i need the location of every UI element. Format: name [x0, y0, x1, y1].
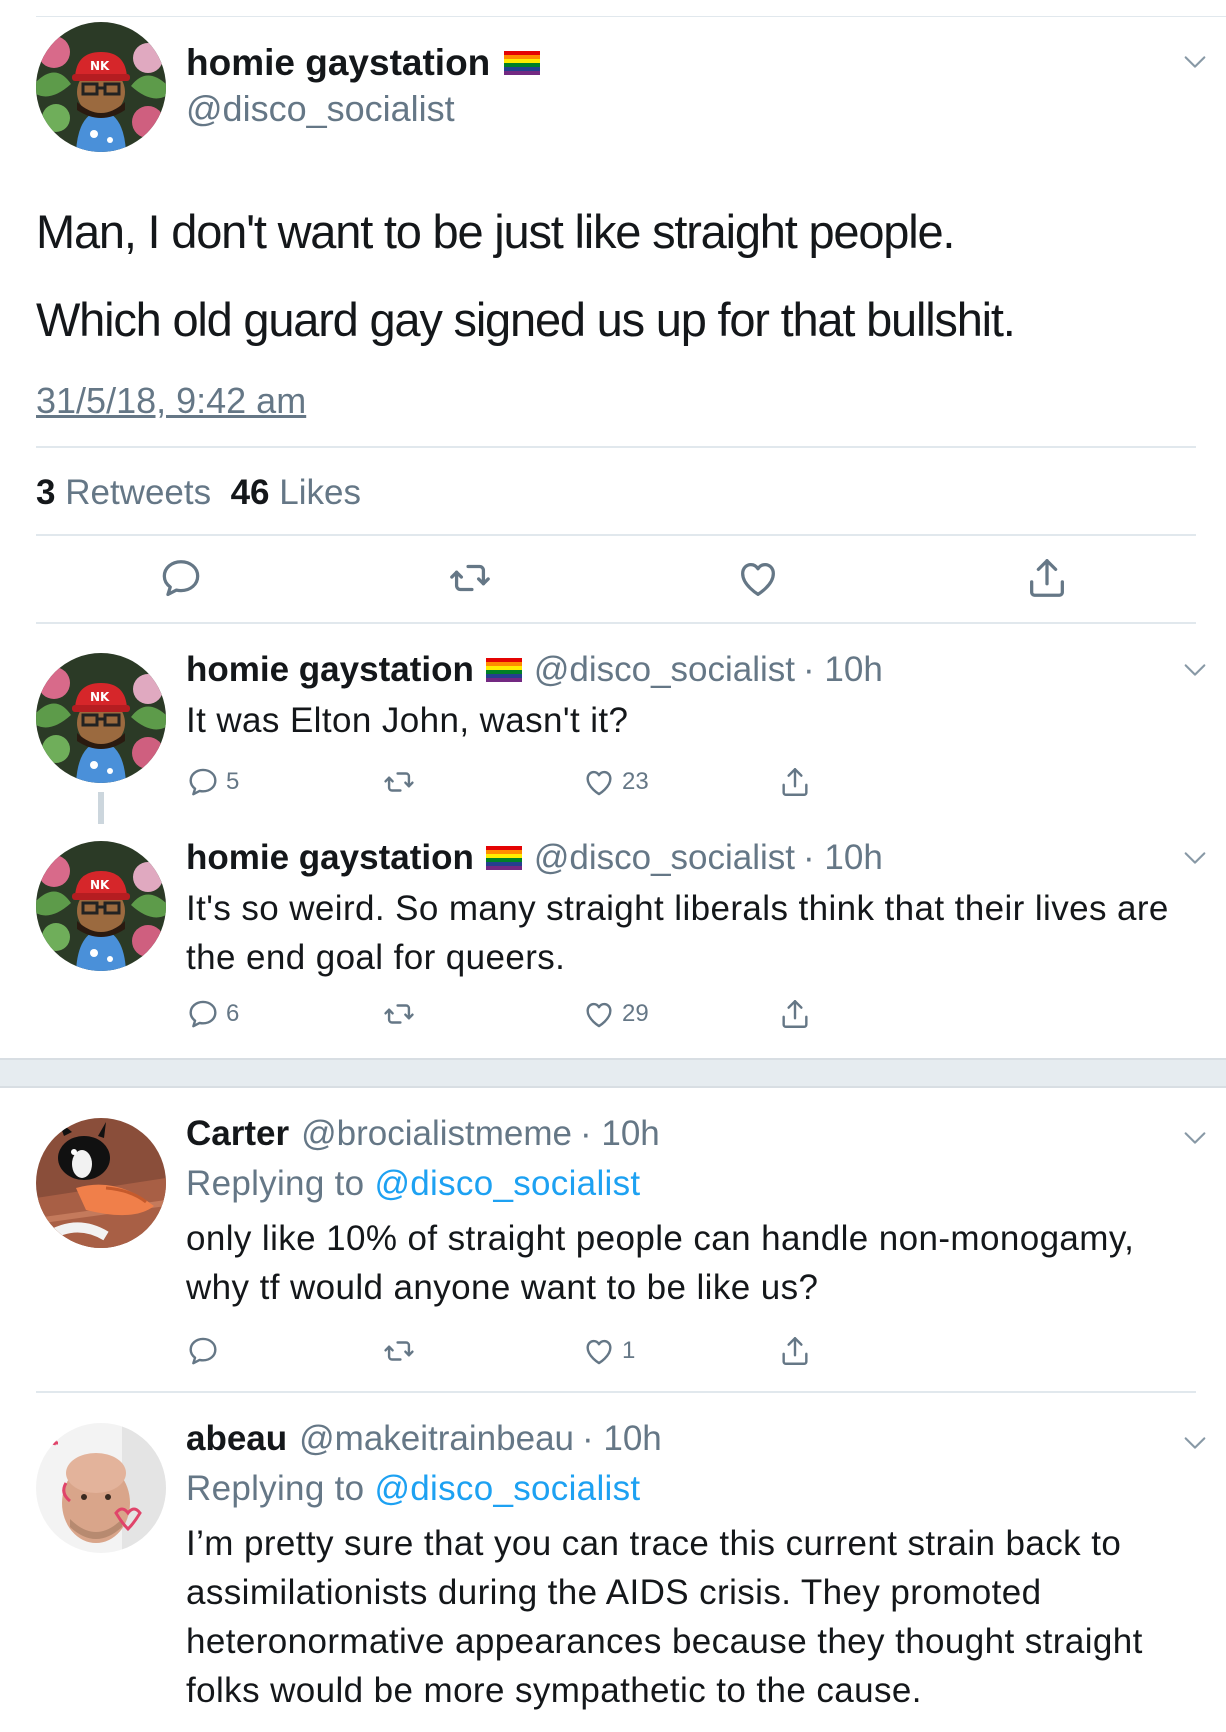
retweet-icon — [382, 765, 416, 799]
like-count: 23 — [622, 768, 649, 795]
heart-icon — [582, 765, 616, 799]
display-name[interactable]: Carter — [186, 1114, 289, 1154]
heart-icon[interactable] — [735, 555, 781, 601]
user-handle[interactable]: @brocialistmeme — [301, 1114, 572, 1154]
replying-to-link[interactable]: @disco_socialist — [374, 1164, 640, 1203]
divider — [36, 622, 1196, 624]
reply-header: Carter @brocialistmeme · 10h — [186, 1114, 660, 1154]
retweet-button[interactable] — [382, 765, 416, 799]
like-button[interactable]: 1 — [582, 1334, 635, 1368]
conversation-separator — [0, 1058, 1226, 1088]
like-label[interactable]: Likes — [279, 473, 361, 512]
retweet-icon[interactable] — [447, 555, 493, 601]
heart-icon — [582, 997, 616, 1031]
main-tweet: homie gaystation @disco_socialist Man, I… — [0, 0, 1226, 624]
rainbow-flag-icon — [504, 51, 540, 75]
reply-time[interactable]: · 10h — [803, 838, 883, 878]
reply-button[interactable] — [186, 1334, 226, 1368]
chevron-down-icon[interactable] — [1181, 1124, 1209, 1152]
rainbow-flag-icon — [486, 658, 522, 682]
thread-reply[interactable]: homie gaystation @disco_socialist · 10h … — [0, 640, 1226, 820]
share-button[interactable] — [778, 1334, 812, 1368]
user-handle[interactable]: @disco_socialist — [186, 88, 455, 130]
replying-to-prefix: Replying to — [186, 1469, 365, 1508]
like-button[interactable]: 23 — [582, 765, 649, 799]
avatar[interactable] — [36, 1118, 166, 1248]
reply-header: homie gaystation @disco_socialist · 10h — [186, 650, 883, 690]
reply-time[interactable]: · 10h — [803, 650, 883, 690]
retweet-label[interactable]: Retweets — [65, 473, 211, 512]
retweet-icon — [382, 997, 416, 1031]
reply-time[interactable]: · 10h — [582, 1419, 662, 1459]
avatar[interactable] — [36, 841, 166, 971]
replying-to-prefix: Replying to — [186, 1164, 365, 1203]
reply-button[interactable]: 6 — [186, 997, 239, 1031]
reply-text: It was Elton John, wasn't it? — [186, 701, 629, 740]
reply-text: It's so weird. So many straight liberals… — [186, 889, 1169, 977]
display-name[interactable]: homie gaystation — [186, 838, 474, 878]
user-handle[interactable]: @makeitrainbeau — [299, 1419, 574, 1459]
like-button[interactable]: 29 — [582, 997, 649, 1031]
user-handle[interactable]: @disco_socialist — [534, 650, 795, 690]
tweet-text-line-2: Which old guard gay signed us up for tha… — [36, 293, 1016, 346]
share-icon — [778, 765, 812, 799]
reply-header: abeau @makeitrainbeau · 10h — [186, 1419, 662, 1459]
like-count: 29 — [622, 1000, 649, 1027]
avatar[interactable] — [36, 653, 166, 783]
divider — [36, 446, 1196, 448]
user-handle[interactable]: @disco_socialist — [534, 838, 795, 878]
reply-actions: 1 — [186, 1334, 886, 1374]
display-name[interactable]: homie gaystation — [186, 42, 540, 84]
tweet-text-line-1: Man, I don't want to be just like straig… — [36, 205, 955, 258]
share-button[interactable] — [778, 997, 812, 1031]
reply-count: 6 — [226, 1000, 240, 1027]
tweet-stats: 3 Retweets 46 Likes — [36, 473, 361, 513]
replying-to-link[interactable]: @disco_socialist — [374, 1469, 640, 1508]
reply-bubble-icon — [186, 1334, 220, 1368]
thread-reply[interactable]: homie gaystation @disco_socialist · 10h … — [0, 828, 1226, 1044]
reply-time[interactable]: · 10h — [580, 1114, 660, 1154]
share-icon — [778, 997, 812, 1031]
replying-to: Replying to @disco_socialist — [186, 1469, 640, 1509]
reply-bubble-icon[interactable] — [158, 555, 204, 601]
divider — [36, 1391, 1196, 1393]
reply-bubble-icon — [186, 765, 220, 799]
share-icon[interactable] — [1024, 555, 1070, 601]
reply-tweet[interactable]: abeau @makeitrainbeau · 10h Replying to … — [0, 1405, 1226, 1732]
tweet-timestamp[interactable]: 31/5/18, 9:42 am — [36, 380, 306, 422]
share-icon — [778, 1334, 812, 1368]
reply-actions: 6 29 — [186, 997, 886, 1037]
chevron-down-icon[interactable] — [1181, 48, 1209, 76]
divider — [36, 534, 1196, 536]
reply-tweet[interactable]: Carter @brocialistmeme · 10h Replying to… — [0, 1100, 1226, 1390]
reply-text: I’m pretty sure that you can trace this … — [186, 1524, 1143, 1710]
share-button[interactable] — [778, 765, 812, 799]
display-name[interactable]: abeau — [186, 1419, 287, 1459]
reply-header: homie gaystation @disco_socialist · 10h — [186, 838, 883, 878]
heart-icon — [582, 1334, 616, 1368]
replying-to: Replying to @disco_socialist — [186, 1164, 640, 1204]
reply-text: only like 10% of straight people can han… — [186, 1219, 1135, 1307]
retweet-count[interactable]: 3 — [36, 473, 55, 512]
reply-bubble-icon — [186, 997, 220, 1031]
avatar[interactable] — [36, 22, 166, 152]
like-count[interactable]: 46 — [231, 473, 270, 512]
thread-connector — [98, 792, 104, 824]
display-name[interactable]: homie gaystation — [186, 650, 474, 690]
rainbow-flag-icon — [486, 846, 522, 870]
avatar[interactable] — [36, 1423, 166, 1553]
chevron-down-icon[interactable] — [1181, 656, 1209, 684]
tweet-actions — [36, 555, 1196, 605]
chevron-down-icon[interactable] — [1181, 844, 1209, 872]
reply-button[interactable]: 5 — [186, 765, 239, 799]
like-count: 1 — [622, 1337, 636, 1364]
retweet-icon — [382, 1334, 416, 1368]
reply-actions: 5 23 — [186, 765, 886, 805]
retweet-button[interactable] — [382, 1334, 416, 1368]
chevron-down-icon[interactable] — [1181, 1429, 1209, 1457]
reply-count: 5 — [226, 768, 240, 795]
display-name-text[interactable]: homie gaystation — [186, 42, 490, 84]
retweet-button[interactable] — [382, 997, 416, 1031]
